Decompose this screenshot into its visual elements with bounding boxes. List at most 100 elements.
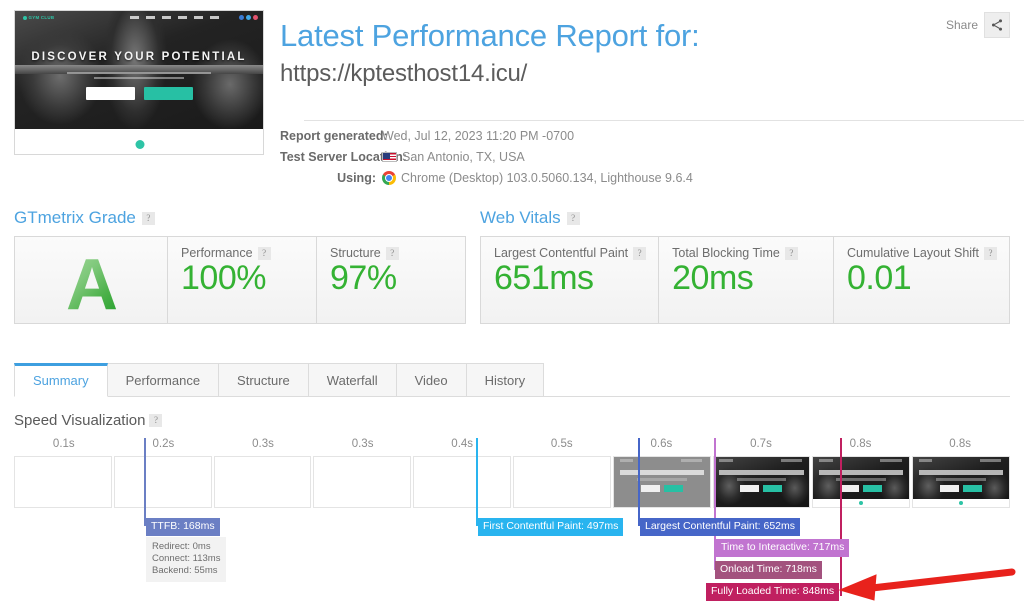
help-icon-tbt[interactable]: ?: [784, 246, 798, 260]
metadata-text: Wed, Jul 12, 2023 11:20 PM -0700: [382, 129, 575, 143]
timeline-tick: 0.5s: [550, 438, 573, 450]
timeline-tick: 0.4s: [451, 438, 474, 450]
tab-history[interactable]: History: [466, 363, 545, 397]
metric-value: 651ms: [494, 259, 594, 297]
tab-video[interactable]: Video: [396, 363, 467, 397]
thumbnail-logo: GYM CLUB: [23, 15, 54, 20]
tab-waterfall[interactable]: Waterfall: [308, 363, 397, 397]
grade-letter-cell: A: [15, 237, 167, 323]
metric-label-text: Total Blocking Time: [672, 246, 780, 260]
grade-heading: GTmetrix Grade ?: [14, 208, 466, 228]
timeline-tick: 0.3s: [252, 438, 274, 450]
metric-label-text: Structure: [330, 246, 381, 260]
filmstrip-frame[interactable]: [113, 456, 212, 508]
thumbnail-cta-buttons: [15, 87, 263, 100]
vitals-card: Largest Contentful Paint ? 651ms Total B…: [480, 236, 1010, 324]
report-url[interactable]: https://kptesthost14.icu/: [280, 58, 940, 89]
metric-label-text: Cumulative Layout Shift: [846, 246, 979, 260]
tab-performance[interactable]: Performance: [107, 363, 220, 397]
metric-label-text: Performance: [181, 246, 253, 260]
marker-first-contentful-paint[interactable]: First Contentful Paint: 497ms: [478, 518, 624, 536]
thumbnail-cta-primary: [85, 87, 135, 100]
frame-screenshot: [613, 457, 710, 507]
metadata-label: Using:: [337, 171, 376, 185]
help-icon-cls[interactable]: ?: [984, 246, 997, 260]
metric-value: 0.01: [846, 259, 912, 297]
help-icon-speed-visualization[interactable]: ?: [149, 413, 163, 427]
metric-label: Largest Contentful Paint ?: [494, 246, 647, 260]
metadata-label: Test Server Location:: [280, 150, 407, 164]
metric-label: Cumulative Layout Shift ?: [847, 246, 997, 260]
timeline-tick: 0.8s: [949, 438, 972, 450]
help-icon-performance[interactable]: ?: [257, 246, 271, 260]
frame-screenshot: [913, 457, 1009, 507]
marker-line-fcp: [476, 438, 478, 526]
thumbnail-subtext: [67, 69, 211, 82]
metric-value: 97%: [330, 259, 397, 297]
metric-total-blocking-time: Total Blocking Time ? 20ms: [658, 237, 833, 323]
timeline-tick: 0.6s: [650, 438, 673, 450]
help-icon-grade[interactable]: ?: [141, 211, 155, 225]
filmstrip-frame[interactable]: [512, 456, 611, 508]
ttfb-detail-row: Connect: 113ms: [152, 553, 221, 564]
grade-heading-text: GTmetrix Grade: [14, 208, 136, 227]
metric-label: Structure ?: [330, 246, 453, 260]
timeline-tick: 0.1s: [52, 438, 75, 450]
metric-structure: Structure ? 97%: [316, 237, 465, 323]
metadata-row-generated: Report generated: Wed, Jul 12, 2023 11:2…: [280, 128, 693, 144]
timeline-tick: 0.3s: [351, 438, 374, 450]
metadata-value: Wed, Jul 12, 2023 11:20 PM -0700: [382, 128, 574, 144]
timeline-tick: 0.2s: [152, 438, 175, 450]
share-icon[interactable]: [984, 12, 1010, 38]
speed-visualization-heading: Speed Visualization?: [14, 412, 163, 429]
filmstrip-frame[interactable]: [14, 456, 112, 508]
metadata-value: San Antonio, TX, USA: [382, 149, 525, 165]
red-arrow-annotation: [838, 568, 1016, 601]
marker-fully-loaded-time[interactable]: Fully Loaded Time: 848ms: [706, 583, 840, 601]
share-control[interactable]: Share: [946, 12, 1010, 38]
filmstrip-frame[interactable]: [213, 456, 312, 508]
marker-time-to-interactive[interactable]: Time to Interactive: 717ms: [716, 539, 850, 557]
metadata-value: Chrome (Desktop) 103.0.5060.134, Lightho…: [382, 170, 693, 186]
filmstrip-frame[interactable]: [912, 456, 1010, 508]
thumbnail-menu-items: [130, 16, 219, 19]
header-divider: [304, 120, 1024, 121]
site-thumbnail[interactable]: GYM CLUB DISCOVER YOUR POTENTIAL: [14, 10, 264, 155]
help-icon-vitals[interactable]: ?: [566, 211, 580, 225]
filmstrip-frame[interactable]: [313, 456, 412, 508]
metric-label: Performance ?: [181, 246, 304, 260]
us-flag-icon: [382, 152, 397, 162]
thumbnail-scroll-icon: [135, 140, 145, 149]
filmstrip-frame[interactable]: [712, 456, 811, 508]
marker-largest-contentful-paint[interactable]: Largest Contentful Paint: 652ms: [640, 518, 801, 536]
marker-onload-time[interactable]: Onload Time: 718ms: [715, 561, 822, 579]
ttfb-detail-row: Redirect: 0ms: [152, 541, 211, 552]
timeline-tick: 0.8s: [849, 438, 872, 450]
filmstrip-frame[interactable]: [413, 456, 511, 508]
tab-structure[interactable]: Structure: [219, 363, 309, 397]
thumbnail-social-icons: [239, 15, 258, 20]
metadata-row-location: Test Server Location: San Antonio, TX, U…: [280, 149, 693, 165]
metric-value: 20ms: [672, 259, 754, 297]
thumbnail-headline: DISCOVER YOUR POTENTIAL: [31, 51, 247, 63]
timeline-tick: 0.7s: [750, 438, 772, 450]
tab-summary[interactable]: Summary: [14, 363, 108, 397]
thumbnail-navbar: GYM CLUB: [15, 11, 263, 27]
thumbnail-footer: [15, 129, 263, 154]
frame-screenshot: [713, 457, 810, 507]
tabs-filler: [544, 363, 1010, 397]
vitals-heading-text: Web Vitals: [480, 208, 561, 227]
metric-label: Total Blocking Time ?: [672, 246, 821, 260]
marker-ttfb[interactable]: TTFB: 168ms: [146, 518, 220, 536]
vitals-heading: Web Vitals ?: [480, 208, 1010, 228]
filmstrip-frame[interactable]: [612, 456, 711, 508]
metric-largest-contentful-paint: Largest Contentful Paint ? 651ms: [481, 237, 658, 323]
gtmetrix-grade-section: GTmetrix Grade ? A Performance ? 100% St…: [14, 208, 466, 324]
filmstrip-frames: [14, 456, 1010, 508]
help-icon-lcp[interactable]: ?: [633, 246, 647, 260]
filmstrip-frame[interactable]: [812, 456, 911, 508]
frame-screenshot: [813, 457, 910, 507]
help-icon-structure[interactable]: ?: [385, 246, 399, 260]
grade-card: A Performance ? 100% Structure ? 97%: [14, 236, 466, 324]
metadata-row-using: Using: Chrome (Desktop) 103.0.5060.134, …: [280, 170, 693, 186]
